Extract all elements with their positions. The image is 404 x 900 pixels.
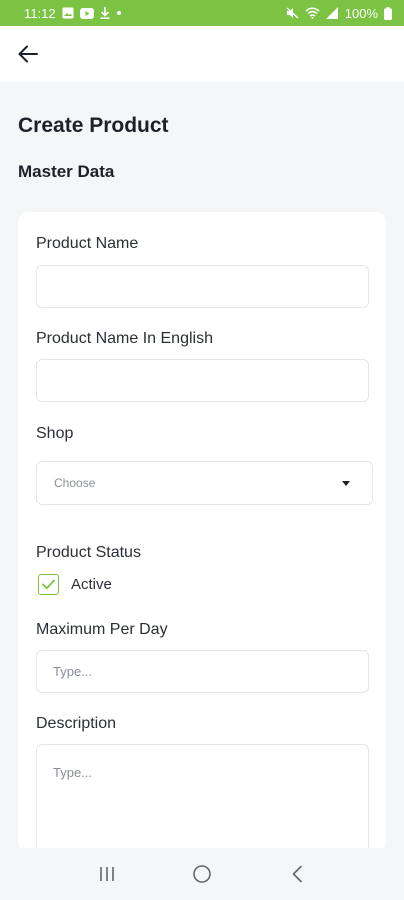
download-icon: [100, 7, 110, 19]
battery-icon: [384, 6, 392, 20]
dot-icon: [116, 10, 122, 16]
arrow-left-icon: [18, 45, 38, 63]
back-nav-button[interactable]: [277, 854, 317, 894]
product-name-label: Product Name: [36, 235, 139, 252]
home-icon: [193, 865, 211, 883]
page-title: Create Product: [18, 114, 169, 137]
caret-down-icon: [342, 480, 350, 486]
active-checkbox-label: Active: [71, 576, 112, 593]
product-status-label: Product Status: [36, 544, 141, 561]
back-nav-icon: [292, 865, 302, 883]
maximum-per-day-input[interactable]: [36, 650, 369, 693]
wifi-icon: [305, 7, 320, 19]
home-button[interactable]: [182, 854, 222, 894]
maximum-per-day-label: Maximum Per Day: [36, 621, 168, 638]
signal-icon: [325, 7, 339, 19]
app-header: [0, 26, 404, 82]
shop-select-value: Choose: [54, 476, 96, 490]
youtube-icon: [79, 7, 94, 19]
shop-select[interactable]: Choose: [36, 461, 373, 505]
section-title: Master Data: [18, 162, 115, 181]
system-nav-bar: [0, 848, 404, 900]
status-bar: 11:12 100%: [0, 0, 404, 26]
check-icon: [42, 579, 55, 590]
status-bar-right: 100%: [286, 6, 392, 21]
gallery-icon: [62, 7, 74, 19]
mute-icon: [286, 7, 299, 19]
status-time: 11:12: [24, 5, 56, 21]
shop-label: Shop: [36, 425, 74, 442]
product-name-english-label: Product Name In English: [36, 330, 213, 347]
recent-apps-icon: [100, 867, 115, 881]
recent-apps-button[interactable]: [87, 854, 127, 894]
battery-level: 100%: [344, 5, 378, 21]
description-textarea[interactable]: [36, 744, 369, 852]
back-button[interactable]: [14, 40, 42, 68]
active-checkbox-row[interactable]: Active: [38, 574, 112, 595]
product-name-input[interactable]: [36, 265, 369, 308]
status-bar-left: 11:12: [24, 6, 122, 21]
form-card: Product Name Product Name In English Sho…: [18, 212, 386, 852]
description-label: Description: [36, 715, 117, 732]
product-name-english-input[interactable]: [36, 359, 369, 402]
active-checkbox[interactable]: [38, 574, 59, 595]
